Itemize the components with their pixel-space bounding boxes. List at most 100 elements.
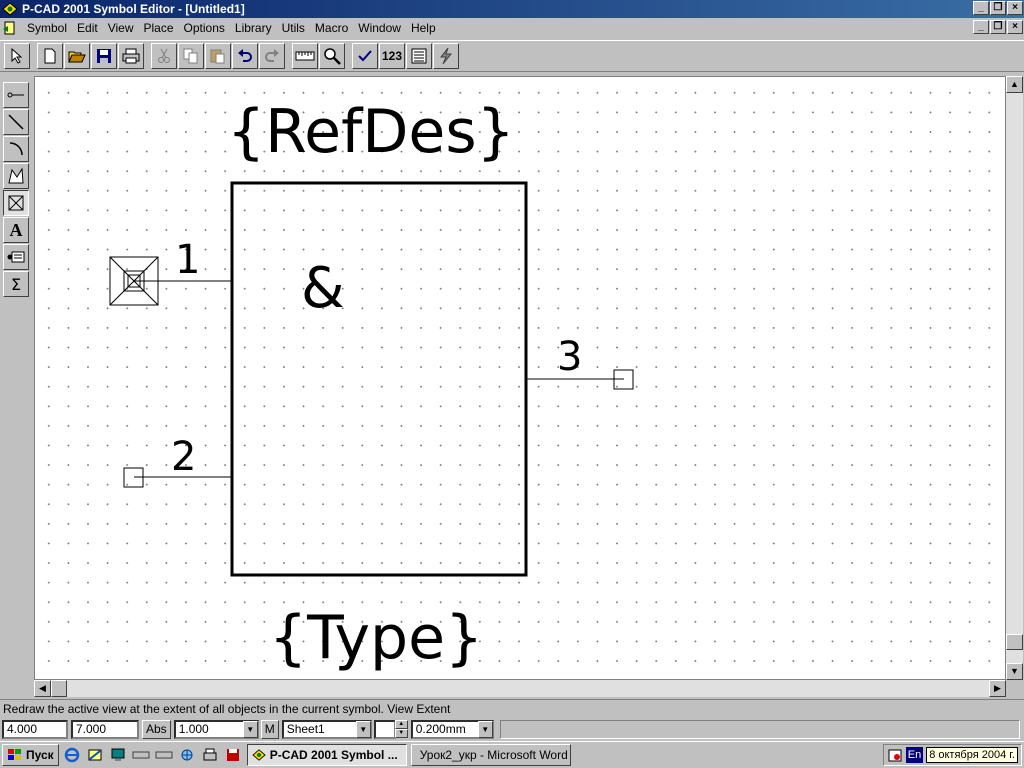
language-indicator[interactable]: En [905, 747, 924, 763]
scroll-up-button[interactable]: ▲ [1006, 76, 1023, 93]
menu-options[interactable]: Options [179, 21, 230, 35]
chevron-down-icon[interactable]: ▼ [355, 720, 371, 738]
spin-up-icon[interactable]: ▲ [394, 720, 408, 729]
zoom-icon[interactable] [319, 43, 345, 69]
menu-window[interactable]: Window [353, 21, 406, 35]
place-ieee-icon[interactable]: Σ [3, 271, 29, 297]
redo-icon[interactable] [259, 43, 285, 69]
place-text-icon[interactable]: A [3, 217, 29, 243]
renumber-icon[interactable]: 123 [379, 43, 405, 69]
printer-icon[interactable] [200, 745, 220, 765]
abs-button[interactable]: Abs [142, 719, 171, 739]
symbol-wizard-icon[interactable] [406, 43, 432, 69]
menu-place[interactable]: Place [139, 21, 179, 35]
task-word-label: Урок2_укр - Microsoft Word [419, 748, 568, 762]
network-icon[interactable] [177, 745, 197, 765]
minimize-button[interactable]: _ [973, 1, 989, 15]
document-icon[interactable] [2, 20, 18, 36]
floppy-icon[interactable] [223, 745, 243, 765]
pcad-app-icon [252, 749, 266, 761]
cut-icon[interactable] [151, 43, 177, 69]
layer-spinner[interactable]: ▲ ▼ [394, 720, 408, 738]
pin-3-number: 3 [557, 334, 582, 380]
lightning-icon[interactable] [433, 43, 459, 69]
horizontal-scrollbar[interactable]: ◀ ▶ [34, 680, 1006, 697]
windows-logo-icon [8, 749, 21, 760]
sheet-combo[interactable]: Sheet1 ▼ [281, 719, 372, 739]
pcad-app-icon [2, 2, 18, 16]
menu-utils[interactable]: Utils [277, 21, 310, 35]
task-word[interactable]: W Урок2_укр - Microsoft Word [410, 744, 571, 766]
drive-icon-1[interactable] [131, 745, 151, 765]
left-tool-palette: A Σ [0, 78, 32, 698]
place-point-icon[interactable] [3, 190, 29, 216]
pin-3[interactable]: 3 [526, 334, 634, 390]
vertical-scroll-thumb[interactable] [1006, 634, 1023, 650]
menu-bar: Symbol Edit View Place Options Library U… [0, 18, 1024, 38]
scheduler-icon[interactable] [887, 747, 903, 763]
outlook-express-icon[interactable] [85, 745, 105, 765]
paste-icon[interactable] [205, 43, 231, 69]
spin-down-icon[interactable]: ▼ [394, 729, 408, 738]
scroll-left-button[interactable]: ◀ [34, 680, 51, 697]
drive-icon-2[interactable] [154, 745, 174, 765]
window-title: P-CAD 2001 Symbol Editor - [Untitled1] [22, 2, 245, 16]
menu-symbol[interactable]: Symbol [22, 21, 72, 35]
y-coordinate-field[interactable]: 7.000 [71, 719, 139, 739]
task-pcad-label: P-CAD 2001 Symbol ... [269, 748, 398, 762]
place-pin-icon[interactable] [3, 82, 29, 108]
undo-icon[interactable] [232, 43, 258, 69]
line-width-combo[interactable]: 0.200mm ▼ [410, 719, 494, 739]
desktop-icon[interactable] [108, 745, 128, 765]
chevron-down-icon[interactable]: ▼ [477, 720, 493, 738]
refdes-attribute[interactable]: {RefDes} [227, 97, 515, 167]
close-button[interactable]: × [1007, 1, 1023, 15]
chevron-down-icon[interactable]: ▼ [242, 720, 258, 738]
grid-combo[interactable]: 1.000 ▼ [173, 719, 259, 739]
start-button[interactable]: Пуск [2, 744, 59, 766]
menu-edit[interactable]: Edit [72, 21, 103, 35]
m-button[interactable]: M [260, 719, 279, 739]
doc-close-button[interactable]: × [1007, 20, 1023, 34]
symbol-body-rect[interactable] [230, 181, 528, 577]
restore-button[interactable]: ❐ [990, 1, 1006, 15]
select-arrow-icon[interactable] [4, 43, 30, 69]
save-icon[interactable] [91, 43, 117, 69]
title-bar: P-CAD 2001 Symbol Editor - [Untitled1] [0, 0, 1024, 18]
print-icon[interactable] [118, 43, 144, 69]
menu-library[interactable]: Library [230, 21, 277, 35]
horizontal-scroll-thumb[interactable] [51, 680, 67, 697]
place-arc-icon[interactable] [3, 136, 29, 162]
scroll-right-button[interactable]: ▶ [989, 680, 1006, 697]
type-attribute[interactable]: {Type} [269, 603, 483, 673]
clock[interactable]: 8 октября 2004 г. [926, 747, 1018, 763]
layer-color-field[interactable] [373, 719, 396, 739]
renumber-label: 123 [381, 49, 403, 63]
symbol-drawing: {RefDes} & 1 2 3 {Type} [109, 97, 634, 673]
doc-minimize-button[interactable]: _ [973, 20, 989, 34]
ruler-icon[interactable] [292, 43, 318, 69]
main-toolbar: 123 [0, 40, 1024, 72]
scroll-down-button[interactable]: ▼ [1006, 663, 1023, 680]
menu-help[interactable]: Help [406, 21, 441, 35]
vertical-scrollbar[interactable]: ▲ ▼ [1006, 76, 1023, 680]
x-coordinate-field[interactable]: 4.000 [2, 719, 68, 739]
task-pcad[interactable]: P-CAD 2001 Symbol ... [246, 744, 407, 766]
symbol-canvas[interactable]: {RefDes} & 1 2 3 {Type} [34, 76, 1006, 680]
function-label[interactable]: & [301, 256, 345, 321]
menu-macro[interactable]: Macro [310, 21, 353, 35]
ie-icon[interactable] [62, 745, 82, 765]
place-attribute-icon[interactable] [3, 244, 29, 270]
copy-icon[interactable] [178, 43, 204, 69]
validate-icon[interactable] [352, 43, 378, 69]
start-label: Пуск [26, 748, 54, 762]
pin-2[interactable]: 2 [123, 434, 232, 488]
menu-view[interactable]: View [103, 21, 139, 35]
place-line-icon[interactable] [3, 109, 29, 135]
open-icon[interactable] [64, 43, 90, 69]
new-icon[interactable] [37, 43, 63, 69]
place-polygon-icon[interactable] [3, 163, 29, 189]
scroll-corner [1006, 680, 1023, 697]
doc-restore-button[interactable]: ❐ [990, 20, 1006, 34]
pin-1[interactable]: 1 [109, 237, 232, 306]
